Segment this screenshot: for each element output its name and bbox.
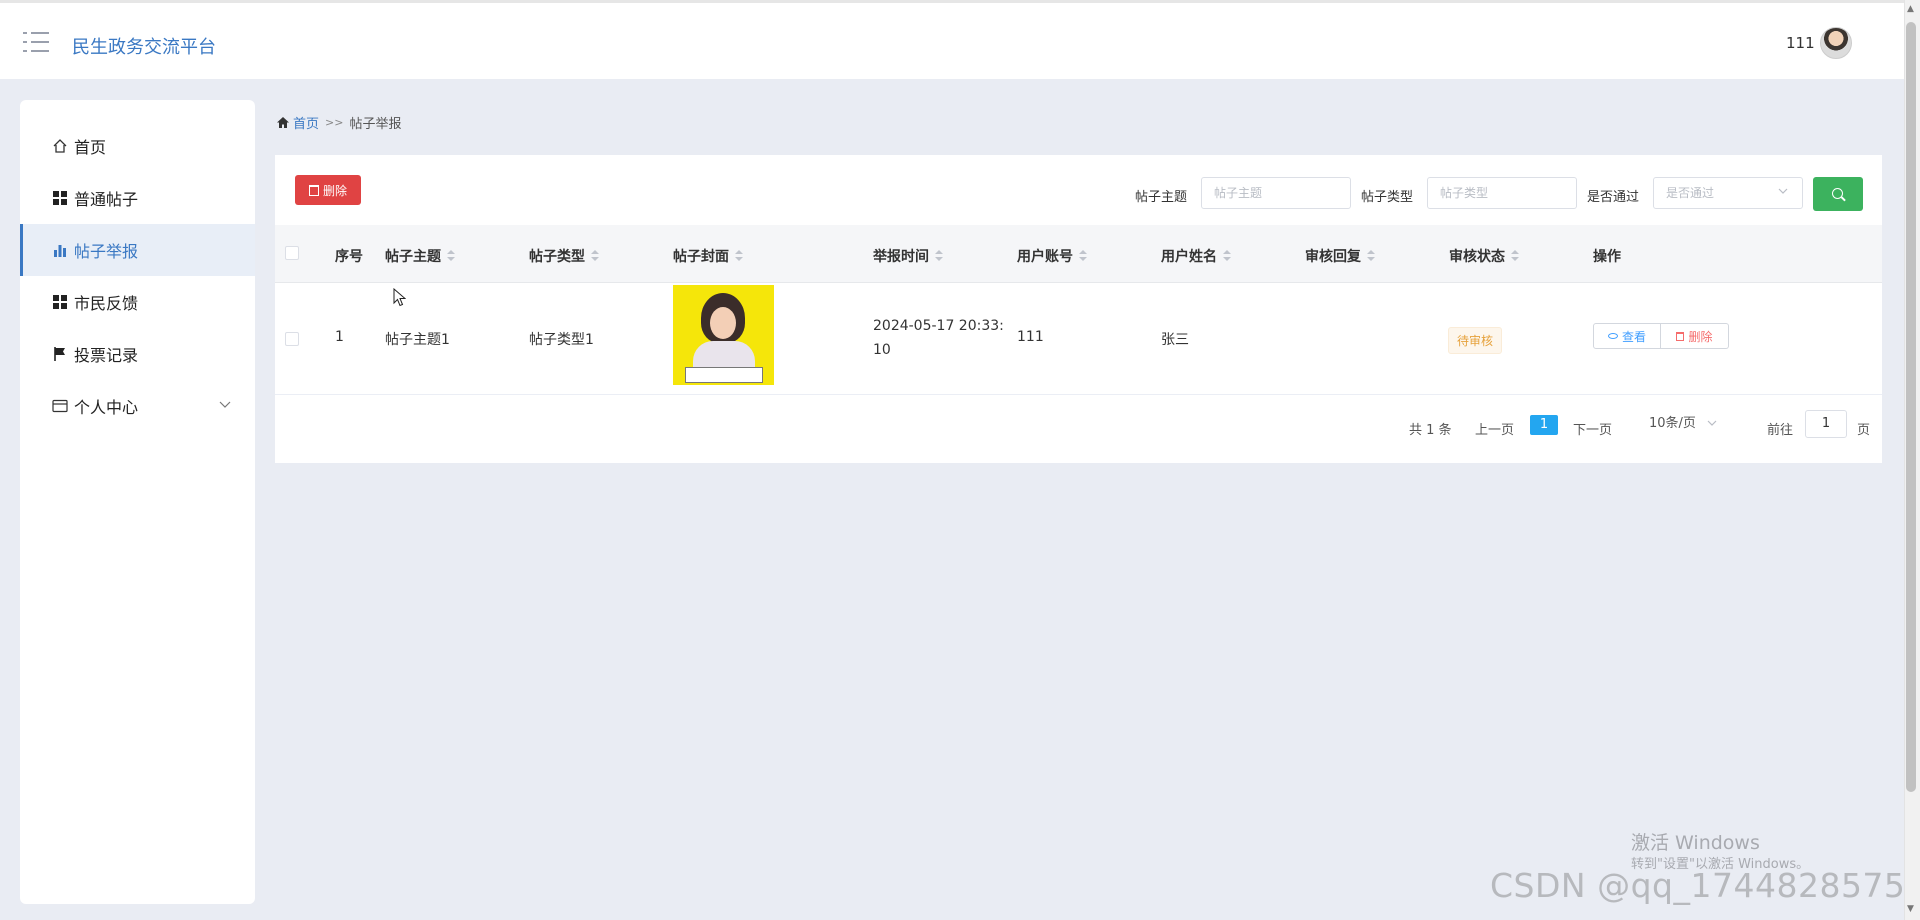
select-all-checkbox[interactable] bbox=[285, 246, 299, 260]
row-report-time-line1: 2024-05-17 20:33: bbox=[873, 318, 1004, 334]
sort-icon[interactable] bbox=[591, 250, 599, 262]
mouse-cursor-icon bbox=[393, 287, 407, 311]
row-type: 帖子类型1 bbox=[529, 332, 594, 348]
sort-icon[interactable] bbox=[735, 250, 743, 262]
flag-icon bbox=[52, 346, 68, 362]
sidebar-item-label: 普通帖子 bbox=[74, 190, 139, 209]
column-header-reply[interactable]: 审核回复 bbox=[1305, 246, 1375, 266]
main-panel: 删除 帖子主题 帖子类型 是否通过 序号 帖子主题 帖子类型 帖子封面 举报时间… bbox=[275, 155, 1882, 463]
sidebar-item-label: 首页 bbox=[74, 138, 107, 157]
eye-icon bbox=[1607, 333, 1618, 339]
view-label: 查看 bbox=[1621, 329, 1646, 344]
chevron-down-icon bbox=[1778, 187, 1788, 198]
pagination-goto-input[interactable]: 1 bbox=[1805, 410, 1847, 438]
top-header: 民生政务交流平台 111 bbox=[0, 0, 1920, 79]
bar-chart-icon bbox=[52, 242, 68, 258]
home-icon bbox=[276, 116, 290, 129]
row-title: 帖子主题1 bbox=[385, 332, 450, 348]
sidebar-item-profile[interactable]: 个人中心 bbox=[20, 380, 255, 432]
search-button[interactable] bbox=[1813, 177, 1863, 211]
sidebar: 首页 普通帖子 帖子举报 市民反馈 投票记录 个人中心 bbox=[20, 100, 255, 904]
sort-icon[interactable] bbox=[935, 250, 943, 262]
sidebar-item-posts[interactable]: 普通帖子 bbox=[20, 172, 255, 224]
brand-title: 民生政务交流平台 bbox=[72, 37, 216, 58]
windows-activation-title: 激活 Windows bbox=[1631, 832, 1760, 854]
column-header-cover[interactable]: 帖子封面 bbox=[673, 246, 743, 266]
column-header-account[interactable]: 用户账号 bbox=[1017, 246, 1087, 266]
column-header-report-time[interactable]: 举报时间 bbox=[873, 246, 943, 266]
user-name[interactable]: 111 bbox=[1786, 34, 1815, 52]
menu-toggle-icon[interactable] bbox=[23, 30, 49, 54]
filter-type-label: 帖子类型 bbox=[1361, 190, 1414, 205]
sort-icon[interactable] bbox=[1223, 250, 1231, 262]
grid-icon bbox=[52, 294, 68, 310]
row-delete-label: 删除 bbox=[1688, 329, 1713, 344]
grid-icon bbox=[52, 190, 68, 206]
sidebar-item-label: 个人中心 bbox=[74, 398, 139, 417]
post-cover-image[interactable] bbox=[673, 285, 774, 385]
sidebar-item-home[interactable]: 首页 bbox=[20, 120, 255, 172]
sidebar-item-post-reports[interactable]: 帖子举报 bbox=[20, 224, 255, 276]
sort-icon[interactable] bbox=[1079, 250, 1087, 262]
batch-delete-button[interactable]: 删除 bbox=[295, 175, 361, 205]
card-icon bbox=[52, 398, 68, 414]
search-icon bbox=[1832, 188, 1843, 199]
pagination-next[interactable]: 下一页 bbox=[1573, 419, 1612, 438]
filter-title-label: 帖子主题 bbox=[1135, 190, 1188, 205]
scrollbar-thumb[interactable] bbox=[1906, 22, 1916, 792]
breadcrumb-current: 帖子举报 bbox=[349, 117, 402, 132]
breadcrumb: 首页 >> 帖子举报 bbox=[276, 113, 401, 132]
column-header-type[interactable]: 帖子类型 bbox=[529, 246, 599, 266]
page-size-value: 10条/页 bbox=[1649, 416, 1696, 431]
csdn-watermark: CSDN @qq_1744828575 bbox=[1490, 866, 1906, 905]
trash-icon bbox=[308, 184, 319, 196]
sort-icon[interactable] bbox=[1367, 250, 1375, 262]
chevron-down-icon bbox=[1707, 411, 1717, 439]
scroll-up-icon[interactable]: ▲ bbox=[1907, 4, 1914, 14]
sidebar-item-label: 市民反馈 bbox=[74, 294, 139, 313]
filter-approved-label: 是否通过 bbox=[1587, 190, 1640, 205]
sort-icon[interactable] bbox=[1511, 250, 1519, 262]
sidebar-item-label: 帖子举报 bbox=[74, 242, 139, 261]
table-row: 1 帖子主题1 帖子类型1 2024-05-17 20:33: 10 111 张… bbox=[275, 283, 1882, 395]
view-button[interactable]: 查看 bbox=[1593, 323, 1661, 349]
filter-title-input[interactable] bbox=[1201, 177, 1351, 209]
pagination-goto-suffix: 页 bbox=[1857, 423, 1871, 438]
row-delete-button[interactable]: 删除 bbox=[1661, 323, 1729, 349]
pagination-prev[interactable]: 上一页 bbox=[1475, 419, 1514, 438]
row-checkbox[interactable] bbox=[285, 332, 299, 346]
status-badge: 待审核 bbox=[1448, 327, 1503, 354]
sort-icon[interactable] bbox=[447, 250, 455, 262]
column-header-user-name[interactable]: 用户姓名 bbox=[1161, 246, 1231, 266]
row-account: 111 bbox=[1017, 329, 1044, 345]
row-user-name: 张三 bbox=[1161, 332, 1189, 348]
sidebar-item-votes[interactable]: 投票记录 bbox=[20, 328, 255, 380]
table-header: 序号 帖子主题 帖子类型 帖子封面 举报时间 用户账号 用户姓名 审核回复 审核… bbox=[275, 225, 1882, 283]
breadcrumb-separator: >> bbox=[325, 116, 344, 129]
column-header-index: 序号 bbox=[335, 249, 363, 265]
row-report-time-line2: 10 bbox=[873, 342, 891, 358]
row-index: 1 bbox=[335, 329, 344, 345]
sidebar-item-feedback[interactable]: 市民反馈 bbox=[20, 276, 255, 328]
scroll-down-icon[interactable]: ▼ bbox=[1907, 904, 1914, 914]
pagination-total: 共 1 条 bbox=[1409, 423, 1452, 438]
avatar[interactable] bbox=[1820, 27, 1852, 59]
column-header-status[interactable]: 审核状态 bbox=[1449, 246, 1519, 266]
pagination-page-current[interactable]: 1 bbox=[1530, 415, 1558, 435]
sidebar-item-label: 投票记录 bbox=[74, 346, 139, 365]
breadcrumb-home-link[interactable]: 首页 bbox=[293, 113, 319, 132]
pagination-goto-prefix: 前往 bbox=[1767, 423, 1794, 438]
batch-delete-label: 删除 bbox=[322, 183, 347, 198]
trash-icon bbox=[1676, 331, 1685, 341]
chevron-down-icon[interactable] bbox=[219, 398, 231, 412]
home-icon bbox=[52, 138, 68, 154]
page-size-select[interactable]: 10条/页 bbox=[1641, 410, 1725, 438]
column-header-actions: 操作 bbox=[1593, 249, 1621, 265]
column-header-title[interactable]: 帖子主题 bbox=[385, 246, 455, 266]
filter-type-input[interactable] bbox=[1427, 177, 1577, 209]
